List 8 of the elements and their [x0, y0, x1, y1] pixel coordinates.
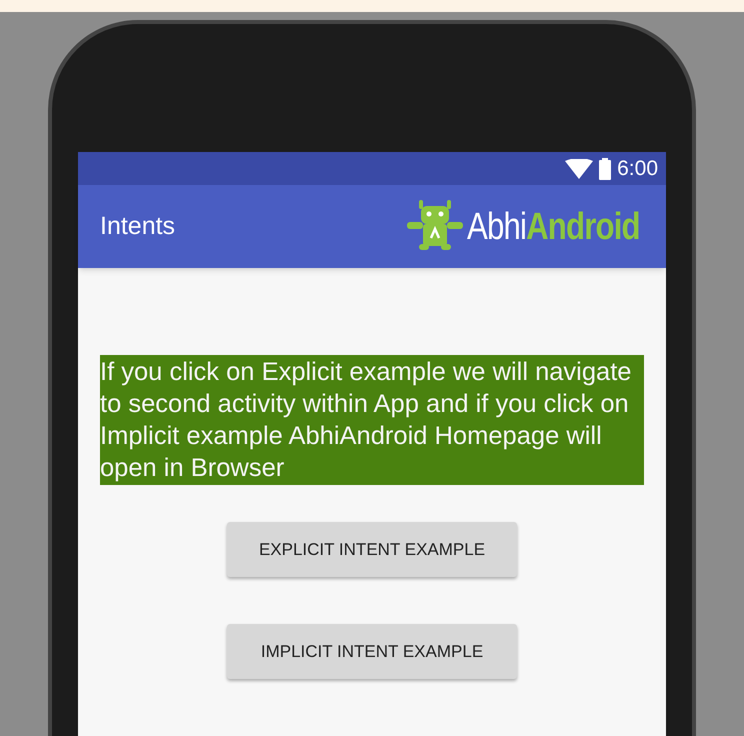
- intent-button[interactable]: EXPLICIT INTENT EXAMPLE: [227, 522, 517, 577]
- info-text: If you click on Explicit example we will navigate to second activity within App and if you click on Implicit example AbhiAndroid Homepage will open in Browser: [100, 355, 644, 485]
- intent-button[interactable]: IMPLICIT INTENT EXAMPLE: [227, 624, 517, 679]
- battery-icon: [599, 158, 612, 180]
- logo-text: AbhiAndroid: [467, 208, 640, 246]
- app-title: Intents: [100, 210, 176, 242]
- wifi-icon: [565, 158, 594, 178]
- status-time: 6:00: [617, 156, 658, 182]
